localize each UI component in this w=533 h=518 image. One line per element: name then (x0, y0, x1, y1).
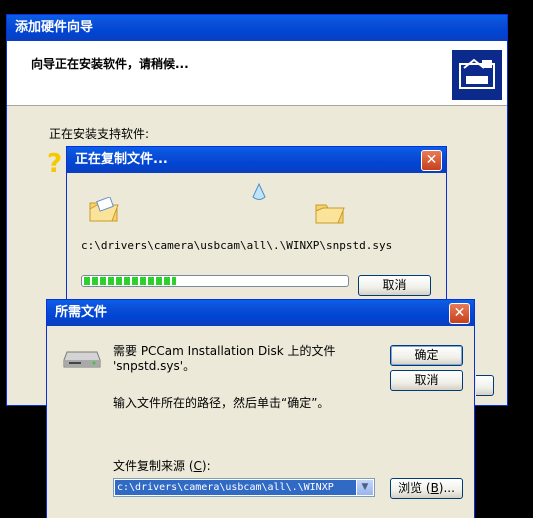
question-icon: ? (47, 149, 63, 179)
hardware-install-icon (452, 50, 502, 100)
wizard-header-text: 向导正在安装软件，请稍候... (31, 57, 189, 71)
wizard-title: 添加硬件向导 (15, 20, 94, 35)
needed-close-button[interactable]: ✕ (449, 303, 470, 324)
copy-source-label: 文件复制来源 (C): (113, 459, 211, 473)
copying-titlebar[interactable]: 正在复制文件... ✕ (67, 147, 446, 173)
needed-title: 所需文件 (55, 305, 108, 320)
copying-cancel-button[interactable]: 取消 (358, 275, 431, 296)
needed-titlebar[interactable]: 所需文件 ✕ (47, 300, 474, 326)
destination-folder-icon (315, 204, 345, 224)
disk-drive-icon (63, 351, 101, 368)
needed-message-line1: 需要 PCCam Installation Disk 上的文件 (113, 344, 336, 358)
wizard-titlebar[interactable]: 添加硬件向导 (7, 15, 507, 41)
wizard-hidden-button[interactable] (476, 375, 494, 396)
copying-title: 正在复制文件... (75, 152, 168, 167)
ok-button[interactable]: 确定 (390, 345, 463, 366)
needed-cancel-button[interactable]: 取消 (390, 370, 463, 391)
needed-message-line2: 'snpstd.sys'。 (113, 359, 196, 373)
source-folder-icon (89, 197, 119, 222)
files-needed-dialog: 所需文件 ✕ 需要 PCCam Installation Disk 上的文件 '… (46, 299, 475, 518)
needed-instruction: 输入文件所在的路径，然后单击“确定”。 (113, 396, 330, 410)
copying-file-path: c:\drivers\camera\usbcam\all\.\WINXP\snp… (81, 239, 393, 252)
copying-files-dialog: 正在复制文件... ✕ c:\drivers\camera\usbcam\all… (66, 146, 447, 308)
copy-progress-bar (81, 275, 349, 287)
wizard-subtitle: 正在安装支持软件: (49, 127, 150, 141)
copy-source-value[interactable]: c:\drivers\camera\usbcam\all\.\WINXP (115, 480, 356, 495)
copy-progress-fill (84, 277, 176, 285)
wizard-header (7, 41, 507, 106)
browse-button[interactable]: 浏览 (B)... (390, 478, 463, 499)
copying-close-button[interactable]: ✕ (421, 150, 442, 171)
needed-message: 需要 PCCam Installation Disk 上的文件 'snpstd.… (113, 344, 336, 374)
flying-paper-icon (252, 183, 266, 200)
chevron-down-icon[interactable]: ▼ (357, 480, 373, 495)
copy-source-combobox[interactable]: c:\drivers\camera\usbcam\all\.\WINXP ▼ (113, 478, 375, 497)
